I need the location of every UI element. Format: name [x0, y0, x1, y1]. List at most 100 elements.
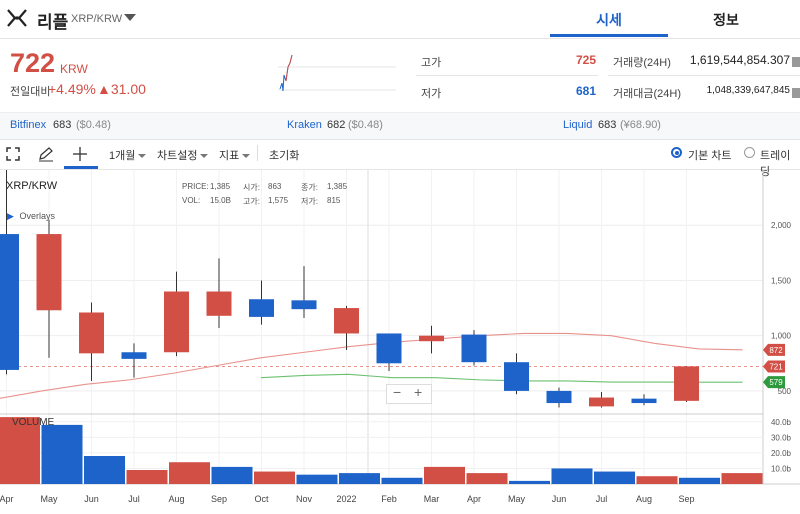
x-tick-label: Jun: [552, 494, 567, 504]
x-tick-label: May: [508, 494, 526, 504]
change-amount: ▲31.00: [97, 81, 146, 97]
candle-body: [291, 300, 317, 310]
xrp-logo-icon: [6, 7, 28, 29]
trade-value-24h-label: 거래대금(24H): [613, 88, 681, 100]
ma-line-green: [260, 373, 743, 383]
reset-button[interactable]: 초기화: [269, 147, 299, 163]
candle-body: [334, 308, 359, 334]
x-tick-label: Apr: [0, 494, 14, 504]
scroll-arrow-icon[interactable]: [792, 57, 800, 67]
y-tick-label: 500: [778, 387, 792, 396]
zoom-out-button[interactable]: −: [393, 384, 401, 400]
high-label: 고가: [421, 57, 442, 69]
pencil-draw-icon[interactable]: [38, 146, 54, 162]
overlays-toggle[interactable]: ▶ Overlays: [7, 211, 55, 222]
exchange-bitfinex-usd: ($0.48): [76, 119, 111, 131]
high-value: 725: [575, 53, 596, 67]
x-tick-label: 2022: [336, 494, 356, 504]
chevron-down-icon: [242, 154, 251, 159]
chevron-down-icon: [138, 154, 147, 159]
divider: [257, 145, 258, 161]
scroll-arrow-icon[interactable]: [792, 88, 800, 98]
fullscreen-icon[interactable]: [6, 147, 20, 161]
change-label: 전일대비: [10, 86, 51, 98]
volume-bar: [254, 471, 295, 484]
x-tick-label: Nov: [296, 494, 313, 504]
volume-panel-title: VOLUME: [12, 417, 55, 428]
y-tick-label: 1,000: [771, 332, 792, 341]
divider: [416, 75, 598, 76]
volume-bar: [424, 466, 465, 484]
ohlc-open-label: 시가:: [243, 183, 260, 192]
price-unit: KRW: [60, 62, 88, 76]
volume-tick-label: 20.0b: [771, 449, 792, 458]
candle-body: [504, 362, 529, 391]
indicators-dropdown[interactable]: 지표: [219, 147, 251, 163]
basic-chart-radio[interactable]: [671, 147, 682, 158]
candle-body: [546, 390, 572, 404]
y-tick-label: 2,000: [771, 221, 792, 230]
candle-body: [376, 333, 402, 364]
candle-body: [164, 291, 189, 353]
exchange-liquid-jpy: (¥68.90): [620, 119, 661, 131]
ohlc-price-value: 1,385: [210, 182, 231, 191]
x-tick-label: Aug: [636, 494, 652, 504]
volume-bar: [169, 462, 210, 484]
volume-24h-label: 거래량(24H): [613, 57, 671, 69]
exchange-kraken-name[interactable]: Kraken: [287, 119, 322, 131]
volume-bar: [296, 474, 338, 484]
x-tick-label: May: [40, 494, 58, 504]
tradingview-chart-radio[interactable]: [744, 147, 755, 158]
exchange-bitfinex-name[interactable]: Bitfinex: [10, 119, 46, 131]
candle-body: [206, 291, 232, 316]
exchange-liquid-name[interactable]: Liquid: [563, 119, 592, 131]
ohlc-close-label: 종가:: [301, 183, 318, 192]
x-tick-label: Jul: [128, 494, 140, 504]
volume-bar: [721, 473, 763, 484]
coin-select-chevron-down-icon[interactable]: [124, 14, 136, 21]
x-tick-label: Jun: [84, 494, 99, 504]
volume-tick-label: 30.0b: [771, 433, 792, 442]
price-tag-label: 579: [769, 378, 783, 387]
chart-settings-dropdown[interactable]: 차트설정: [157, 147, 209, 163]
candlestick-chart[interactable]: 500 1,000 1,500 2,000 10.0b 20.0b 30.0b 40.0b Ap…: [0, 170, 800, 509]
divider: [608, 75, 800, 76]
x-tick-label: Feb: [381, 494, 397, 504]
volume-bar: [211, 466, 253, 484]
tab-price[interactable]: 시세: [564, 10, 654, 30]
candle-body: [674, 366, 699, 401]
price-chart-area[interactable]: 500 1,000 1,500 2,000 10.0b 20.0b 30.0b 40.0b Ap…: [0, 170, 800, 509]
basic-chart-label[interactable]: 기본 차트: [688, 147, 732, 163]
zoom-in-button[interactable]: +: [414, 384, 422, 400]
candle-body: [631, 398, 657, 404]
low-label: 저가: [421, 88, 442, 100]
change-rate: +4.49%: [48, 81, 96, 97]
crosshair-icon[interactable]: [72, 146, 88, 162]
x-tick-label: Oct: [254, 494, 269, 504]
volume-bar: [679, 477, 720, 484]
exchange-bitfinex-price: 683: [53, 119, 72, 131]
ohlc-low-label: 저가:: [301, 197, 318, 206]
x-tick-label: Jul: [596, 494, 608, 504]
ohlc-close-value: 1,385: [327, 182, 348, 191]
chart-symbol: XRP/KRW: [6, 180, 58, 192]
coin-pair[interactable]: XRP/KRW: [71, 13, 122, 25]
triangle-right-icon: ▶: [7, 211, 14, 221]
x-tick-label: Mar: [424, 494, 440, 504]
volume-tick-label: 40.0b: [771, 418, 792, 427]
crosshair-active-underline: [64, 166, 98, 169]
volume-bar: [381, 477, 423, 484]
volume-bar: [594, 471, 635, 484]
exchange-kraken-usd: ($0.48): [348, 119, 383, 131]
candle-body: [36, 234, 62, 311]
coin-name[interactable]: 리플: [37, 8, 68, 33]
x-tick-label: Sep: [211, 494, 227, 504]
exchange-liquid-price: 683: [598, 119, 617, 131]
period-dropdown[interactable]: 1개월: [109, 147, 147, 163]
tab-info[interactable]: 정보: [681, 10, 771, 30]
ohlc-vol-value: 15.0B: [210, 196, 231, 205]
candle-body: [0, 234, 19, 370]
exchange-kraken-price: 682: [327, 119, 346, 131]
low-value: 681: [575, 84, 596, 98]
ohlc-high-label: 고가:: [243, 197, 260, 206]
